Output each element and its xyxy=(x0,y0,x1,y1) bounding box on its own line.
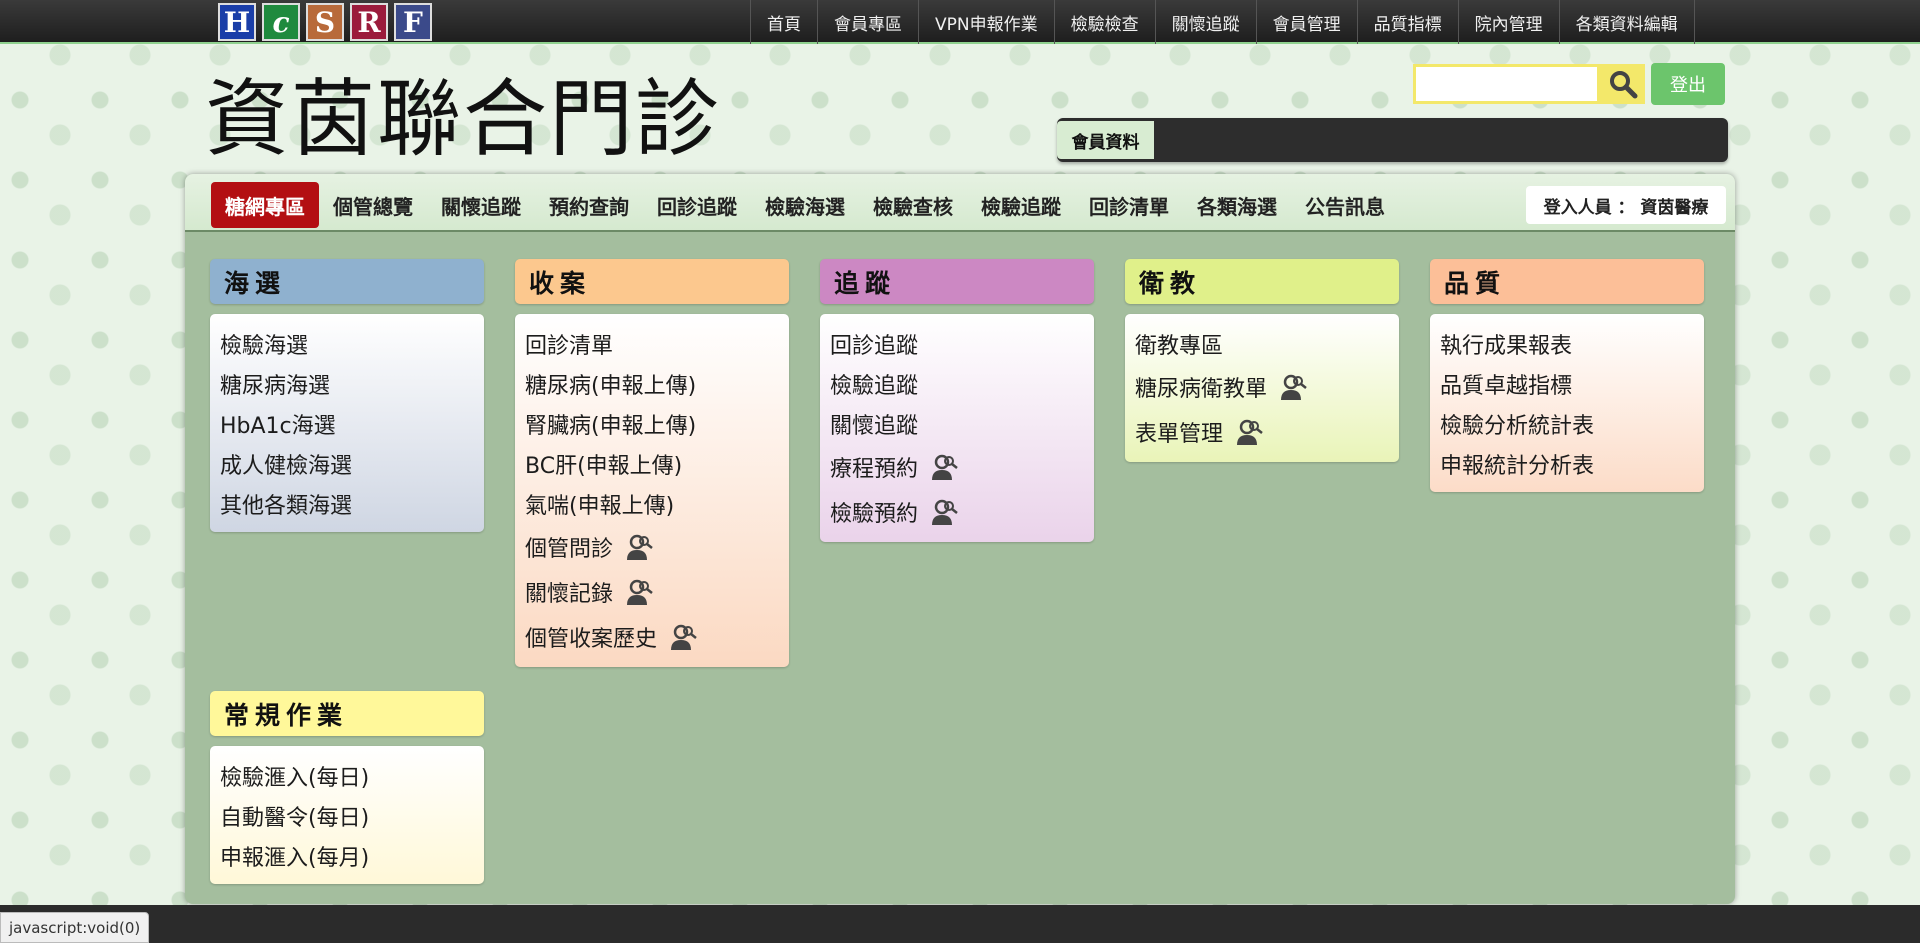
user-search-icon xyxy=(1279,373,1309,401)
tab-lab-audit[interactable]: 檢驗查核 xyxy=(859,182,967,228)
link-report-statistics[interactable]: 申報統計分析表 xyxy=(1440,444,1704,484)
link-other-screening[interactable]: 其他各類海選 xyxy=(220,484,484,524)
link-kidney-upload[interactable]: 腎臟病(申報上傳) xyxy=(525,404,789,444)
link-lab-import-daily[interactable]: 檢驗滙入(每日) xyxy=(220,756,484,796)
card-body-education: 衛教專區 糖尿病衛教單 表單管理 xyxy=(1125,314,1399,462)
tab-announcements[interactable]: 公告訊息 xyxy=(1291,182,1399,228)
link-label: 表單管理 xyxy=(1135,421,1224,447)
top-nav: 首頁 會員專區 VPN申報作業 檢驗檢查 關懷追蹤 會員管理 品質指標 院內管理… xyxy=(750,0,1695,44)
link-asthma-upload[interactable]: 氣喘(申報上傳) xyxy=(525,484,789,524)
card-title-enroll: 收案 xyxy=(515,259,789,304)
link-revisit-list[interactable]: 回診清單 xyxy=(525,324,789,364)
user-search-icon xyxy=(930,498,960,526)
card-body-quality: 執行成果報表 品質卓越指標 檢驗分析統計表 申報統計分析表 xyxy=(1430,314,1704,492)
link-result-report[interactable]: 執行成果報表 xyxy=(1440,324,1704,364)
topnav-quality[interactable]: 品質指標 xyxy=(1356,0,1458,44)
link-revisit-tracking[interactable]: 回診追蹤 xyxy=(830,324,1094,364)
member-info-bar xyxy=(1057,118,1728,162)
card-education: 衛教 衛教專區 糖尿病衛教單 表單管理 xyxy=(1125,259,1399,462)
link-case-history[interactable]: 個管收案歷史 xyxy=(525,614,789,659)
topnav-member-admin[interactable]: 會員管理 xyxy=(1255,0,1357,44)
card-body-tracking: 回診追蹤 檢驗追蹤 關懷追蹤 療程預約 檢驗預約 xyxy=(820,314,1094,542)
link-treatment-appointment[interactable]: 療程預約 xyxy=(830,444,1094,489)
magnifier-icon xyxy=(1609,71,1637,99)
card-body-routine: 檢驗滙入(每日) 自動醫令(每日) 申報滙入(每月) xyxy=(210,746,484,884)
link-label: 療程預約 xyxy=(830,456,919,482)
link-diabetes-screening[interactable]: 糖尿病海選 xyxy=(220,364,484,404)
site-title: 資茵聯合門診 xyxy=(205,70,722,168)
search-input[interactable] xyxy=(1413,64,1600,104)
brand-letter-s[interactable]: S xyxy=(306,3,344,41)
footer-bar xyxy=(0,905,1920,943)
card-title-routine: 常規作業 xyxy=(210,691,484,736)
link-lab-tracking[interactable]: 檢驗追蹤 xyxy=(830,364,1094,404)
card-screening: 海選 檢驗海選 糖尿病海選 HbA1c海選 成人健檢海選 其他各類海選 xyxy=(210,259,484,532)
link-diabetes-upload[interactable]: 糖尿病(申報上傳) xyxy=(525,364,789,404)
link-lab-appointment[interactable]: 檢驗預約 xyxy=(830,489,1094,534)
brand-letter-r[interactable]: R xyxy=(350,3,388,41)
brand-letter-h[interactable]: H xyxy=(218,3,256,41)
card-title-tracking: 追蹤 xyxy=(820,259,1094,304)
tab-revisit-list[interactable]: 回診清單 xyxy=(1075,182,1183,228)
topnav-hospital-admin[interactable]: 院內管理 xyxy=(1457,0,1559,44)
brand-letter-f[interactable]: F xyxy=(394,3,432,41)
card-body-screening: 檢驗海選 糖尿病海選 HbA1c海選 成人健檢海選 其他各類海選 xyxy=(210,314,484,532)
card-quality: 品質 執行成果報表 品質卓越指標 檢驗分析統計表 申報統計分析表 xyxy=(1430,259,1704,492)
tab-appointment-query[interactable]: 預約查詢 xyxy=(535,182,643,228)
link-form-management[interactable]: 表單管理 xyxy=(1135,409,1399,454)
brand-letter-c[interactable]: c xyxy=(262,3,300,41)
card-tracking: 追蹤 回診追蹤 檢驗追蹤 關懷追蹤 療程預約 檢驗預約 xyxy=(820,259,1094,542)
topnav-data-edit[interactable]: 各類資料編輯 xyxy=(1558,0,1695,44)
card-title-screening: 海選 xyxy=(210,259,484,304)
topnav-lab-exam[interactable]: 檢驗檢查 xyxy=(1053,0,1155,44)
link-education-zone[interactable]: 衛教專區 xyxy=(1135,324,1399,364)
link-lab-screening[interactable]: 檢驗海選 xyxy=(220,324,484,364)
logout-button[interactable]: 登出 xyxy=(1651,63,1725,105)
topnav-care-tracking[interactable]: 關懷追蹤 xyxy=(1154,0,1256,44)
browser-status-bar: javascript:void(0) xyxy=(0,912,150,943)
link-label: 關懷記錄 xyxy=(525,581,614,607)
link-diabetes-education-sheet[interactable]: 糖尿病衛教單 xyxy=(1135,364,1399,409)
tab-revisit-tracking[interactable]: 回診追蹤 xyxy=(643,182,751,228)
link-auto-order-daily[interactable]: 自動醫令(每日) xyxy=(220,796,484,836)
tab-all-screening[interactable]: 各類海選 xyxy=(1183,182,1291,228)
link-quality-indicator[interactable]: 品質卓越指標 xyxy=(1440,364,1704,404)
login-user-info: 登入人員 ： 資茵醫療 xyxy=(1526,186,1726,224)
brand-logo: H c S R F xyxy=(218,3,432,41)
card-title-quality: 品質 xyxy=(1430,259,1704,304)
sub-nav: 糖網專區 個管總覽 關懷追蹤 預約查詢 回診追蹤 檢驗海選 檢驗查核 檢驗追蹤 … xyxy=(185,174,1735,232)
link-lab-statistics[interactable]: 檢驗分析統計表 xyxy=(1440,404,1704,444)
link-case-consult[interactable]: 個管問診 xyxy=(525,524,789,569)
topnav-home[interactable]: 首頁 xyxy=(750,0,817,44)
tab-care-tracking[interactable]: 關懷追蹤 xyxy=(427,182,535,228)
user-search-icon xyxy=(1235,418,1265,446)
user-search-icon xyxy=(930,453,960,481)
topnav-member-area[interactable]: 會員專區 xyxy=(817,0,918,44)
link-label: 個管收案歷史 xyxy=(525,626,658,652)
user-search-icon xyxy=(669,623,699,651)
tab-lab-tracking[interactable]: 檢驗追蹤 xyxy=(967,182,1075,228)
tab-lab-screening[interactable]: 檢驗海選 xyxy=(751,182,859,228)
card-routine: 常規作業 檢驗滙入(每日) 自動醫令(每日) 申報滙入(每月) xyxy=(210,691,484,884)
link-label: 個管問診 xyxy=(525,536,614,562)
link-label: 糖尿病衛教單 xyxy=(1135,376,1268,402)
card-enroll: 收案 回診清單 糖尿病(申報上傳) 腎臟病(申報上傳) BC肝(申報上傳) 氣喘… xyxy=(515,259,789,667)
link-report-import-monthly[interactable]: 申報滙入(每月) xyxy=(220,836,484,876)
tab-case-overview[interactable]: 個管總覽 xyxy=(319,182,427,228)
link-care-tracking[interactable]: 關懷追蹤 xyxy=(830,404,1094,444)
link-label: 檢驗預約 xyxy=(830,501,919,527)
card-title-education: 衛教 xyxy=(1125,259,1399,304)
tab-diabetes-network[interactable]: 糖網專區 xyxy=(211,182,319,228)
link-hepatitis-upload[interactable]: BC肝(申報上傳) xyxy=(525,444,789,484)
link-hba1c-screening[interactable]: HbA1c海選 xyxy=(220,404,484,444)
link-care-record[interactable]: 關懷記錄 xyxy=(525,569,789,614)
user-search-icon xyxy=(625,533,655,561)
top-bar: H c S R F 首頁 會員專區 VPN申報作業 檢驗檢查 關懷追蹤 會員管理… xyxy=(0,0,1920,44)
topnav-vpn-report[interactable]: VPN申報作業 xyxy=(918,0,1054,44)
link-adult-checkup-screening[interactable]: 成人健檢海選 xyxy=(220,444,484,484)
user-search-icon xyxy=(625,578,655,606)
member-info-label[interactable]: 會員資料 xyxy=(1057,121,1154,159)
search-button[interactable] xyxy=(1600,64,1645,104)
card-body-enroll: 回診清單 糖尿病(申報上傳) 腎臟病(申報上傳) BC肝(申報上傳) 氣喘(申報… xyxy=(515,314,789,667)
